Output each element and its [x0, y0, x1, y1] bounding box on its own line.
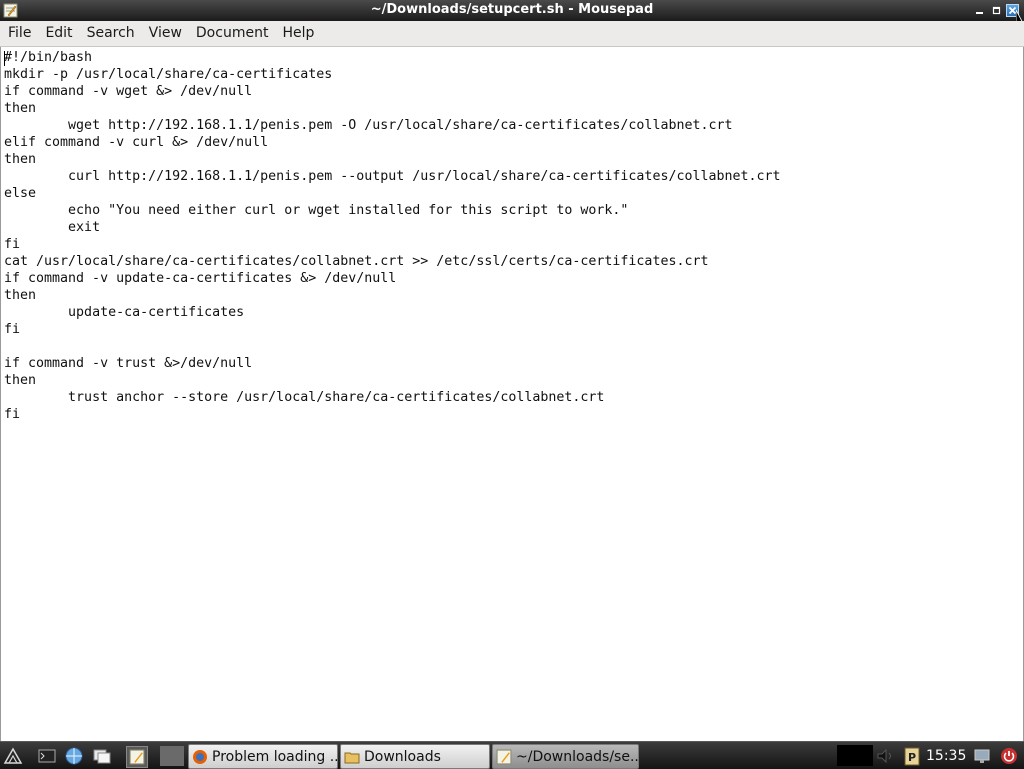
network-browser-icon[interactable]: [64, 746, 84, 766]
menu-document[interactable]: Document: [189, 21, 276, 46]
lock-screen-icon[interactable]: [972, 746, 992, 766]
text-cursor: [4, 51, 5, 66]
task-label: Problem loading ...: [212, 748, 338, 765]
start-menu-icon[interactable]: [3, 746, 23, 766]
power-icon[interactable]: [999, 746, 1019, 766]
text-editor-icon[interactable]: [126, 746, 148, 768]
volume-icon[interactable]: [876, 746, 896, 766]
minimize-icon[interactable]: [973, 4, 986, 17]
menu-file[interactable]: File: [0, 21, 38, 46]
clock[interactable]: 15:35: [926, 746, 966, 766]
window-titlebar[interactable]: ~/Downloads/setupcert.sh - Mousepad: [0, 0, 1024, 21]
taskbar-separator: [160, 746, 184, 766]
menu-view[interactable]: View: [142, 21, 189, 46]
clipboard-icon[interactable]: P: [902, 746, 922, 766]
tray-area: [837, 745, 873, 766]
task-firefox[interactable]: Problem loading ...: [188, 744, 338, 769]
task-mousepad[interactable]: ~/Downloads/se...: [492, 744, 639, 769]
maximize-icon[interactable]: [990, 4, 1003, 17]
file-manager-icon[interactable]: [92, 746, 112, 766]
task-label: ~/Downloads/se...: [516, 748, 639, 765]
menu-bar: File Edit Search View Document Help: [0, 21, 1024, 47]
text-editor-area[interactable]: #!/bin/bash mkdir -p /usr/local/share/ca…: [0, 47, 1024, 741]
task-label: Downloads: [364, 748, 441, 765]
menu-help[interactable]: Help: [275, 21, 321, 46]
script-text[interactable]: #!/bin/bash mkdir -p /usr/local/share/ca…: [4, 49, 781, 423]
taskbar: Problem loading ... Downloads ~/Download…: [0, 741, 1024, 769]
task-downloads[interactable]: Downloads: [340, 744, 490, 769]
mousepad-icon: [496, 749, 512, 764]
menu-search[interactable]: Search: [80, 21, 142, 46]
svg-text:P: P: [908, 751, 916, 764]
window-title: ~/Downloads/setupcert.sh - Mousepad: [370, 2, 654, 17]
folder-icon: [344, 752, 360, 763]
firefox-icon: [193, 749, 207, 764]
menu-edit[interactable]: Edit: [38, 21, 79, 46]
terminal-icon[interactable]: [37, 746, 57, 766]
